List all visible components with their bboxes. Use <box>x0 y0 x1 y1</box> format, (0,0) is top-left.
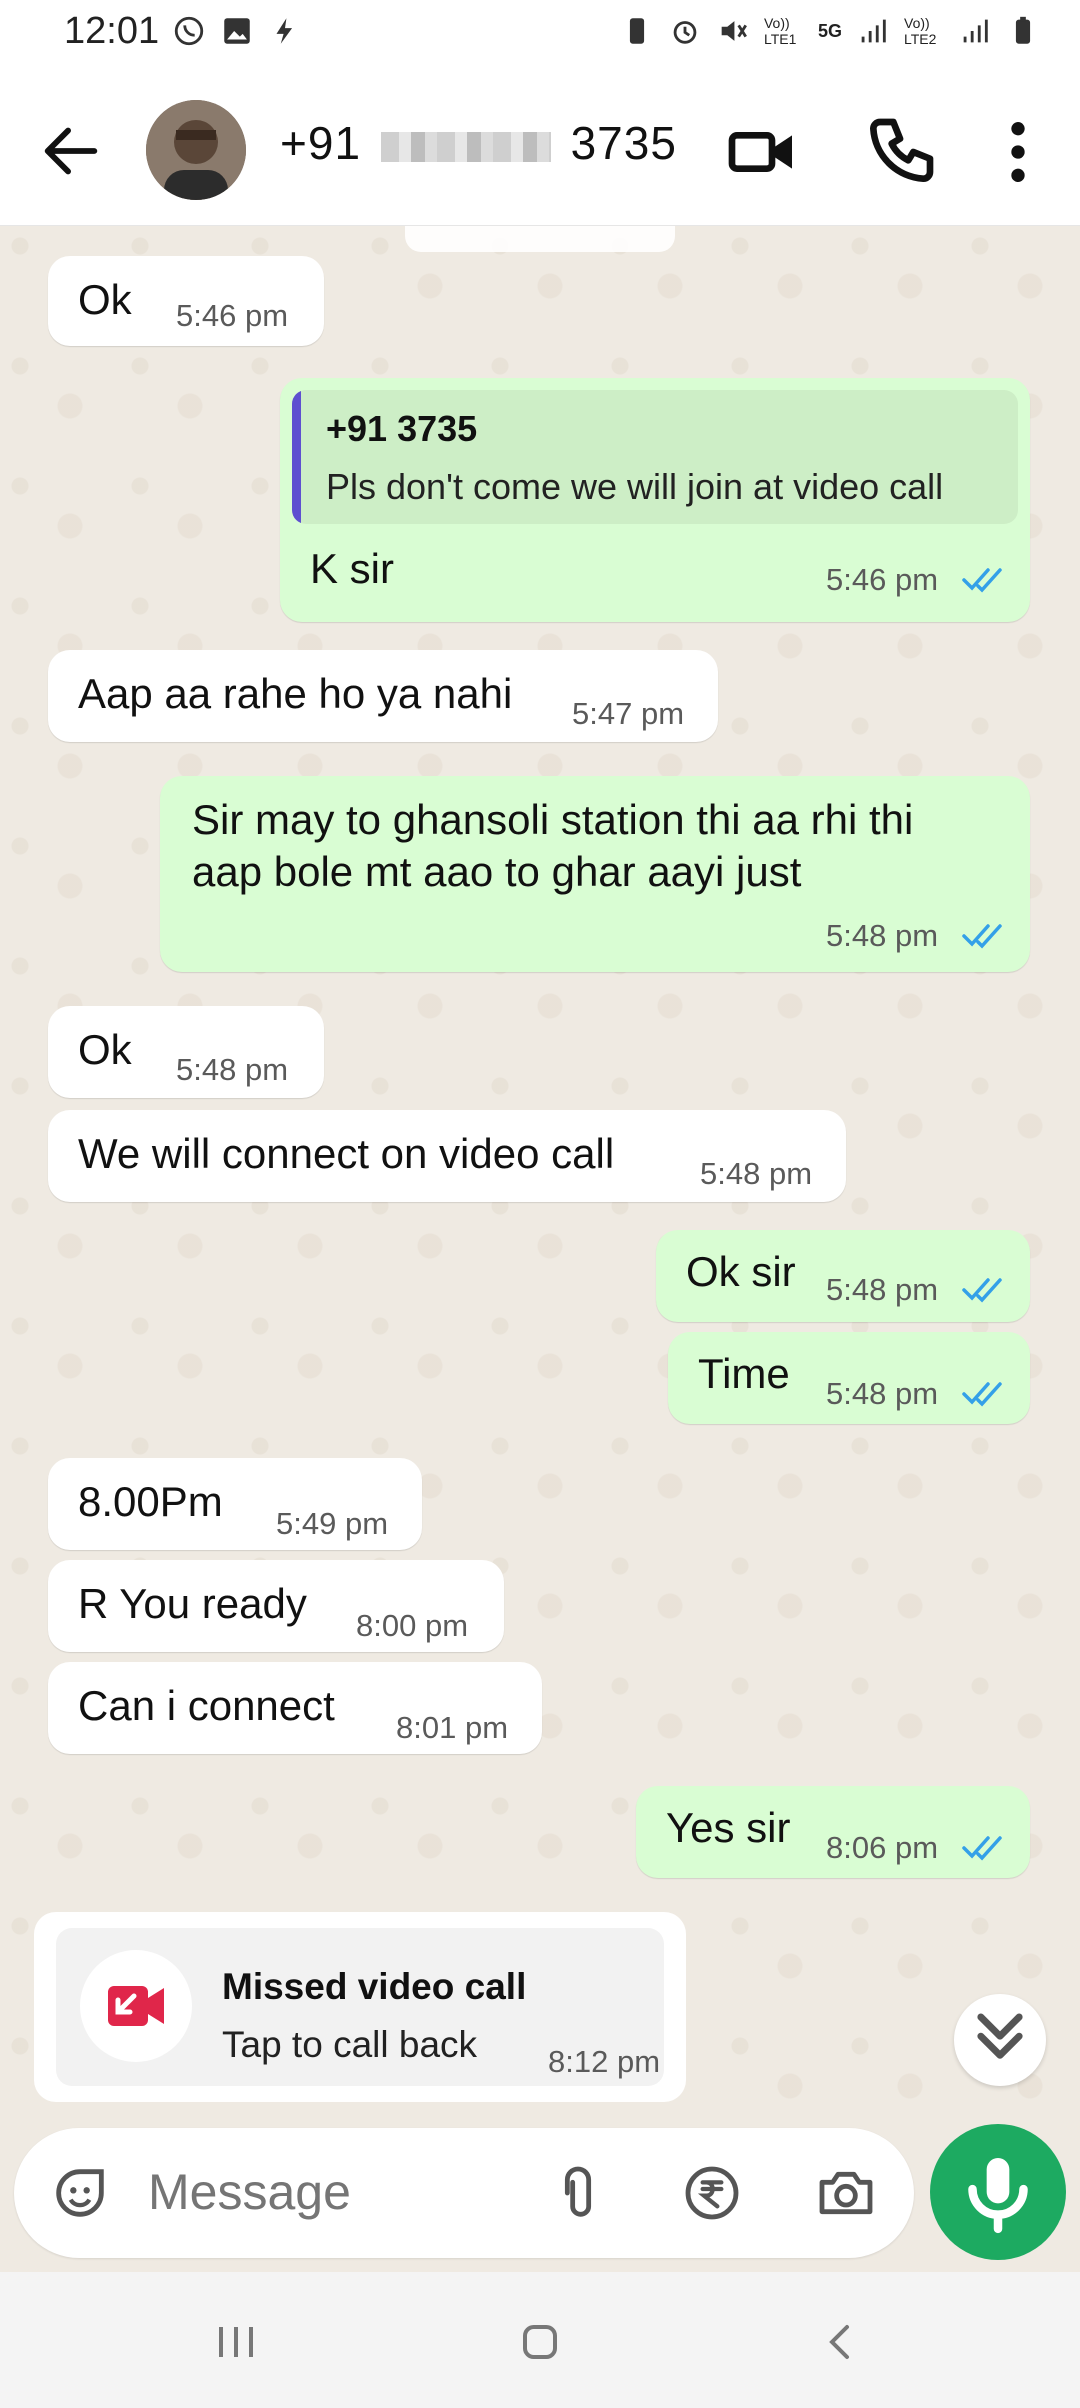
sticker-icon[interactable] <box>48 2161 112 2225</box>
recent-apps-icon[interactable] <box>204 2312 268 2372</box>
message-text: Ok <box>78 276 132 323</box>
message-text: K sir <box>310 545 394 592</box>
system-icons: Vo)) LTE1 5G Vo)) LTE2 <box>620 14 1040 48</box>
message-time: 5:47 pm <box>572 696 685 731</box>
quote-author: +91 3735 <box>326 408 478 449</box>
message-time: 8:00 pm <box>356 1608 469 1643</box>
battery-saver-icon <box>629 18 645 44</box>
double-chevron-down-icon <box>977 2013 1023 2059</box>
read-ticks-icon <box>962 1278 1002 1303</box>
mic-icon <box>968 2158 1028 2234</box>
message-time: 5:48 pm <box>826 1272 939 1307</box>
missed-call-time: 8:12 pm <box>548 2044 661 2079</box>
read-ticks-icon <box>962 924 1002 949</box>
battery-icon <box>1015 16 1031 44</box>
message-time: 5:48 pm <box>826 1376 939 1411</box>
quote-bar <box>292 390 301 524</box>
alarm-icon <box>673 21 697 44</box>
message-incoming[interactable]: Aap aa rahe ho ya nahi 5:47 pm <box>48 650 718 742</box>
redacted-number <box>380 131 551 162</box>
message-text: We will connect on video call <box>78 1130 615 1177</box>
flash-notification-icon <box>276 18 293 44</box>
camera-icon[interactable] <box>814 2161 878 2225</box>
message-outgoing[interactable]: Time 5:48 pm <box>668 1332 1030 1424</box>
whatsapp-notification-icon <box>174 16 204 46</box>
message-outgoing[interactable]: Sir may to ghansoli station thi aa rhi t… <box>160 776 1030 972</box>
message-text-line1: Sir may to ghansoli station thi aa rhi t… <box>192 796 914 843</box>
message-text: Ok sir <box>686 1248 796 1295</box>
message-time: 5:49 pm <box>276 1506 389 1541</box>
network-lte2-label: Vo)) LTE2 <box>904 15 937 47</box>
rupee-icon[interactable] <box>680 2161 744 2225</box>
signal-icon-2 <box>963 19 988 43</box>
message-time: 5:48 pm <box>826 918 939 953</box>
system-nav-bar <box>0 2272 1080 2408</box>
nav-back-icon[interactable] <box>810 2312 874 2372</box>
message-incoming[interactable]: 8.00Pm 5:49 pm <box>48 1458 422 1550</box>
quote-text: Pls don't come we will join at video cal… <box>326 466 944 507</box>
message-incoming[interactable]: Ok 5:48 pm <box>48 1006 324 1098</box>
missed-call-inner[interactable]: Missed video call Tap to call back 8:12 … <box>56 1928 664 2086</box>
home-icon[interactable] <box>508 2312 572 2372</box>
gallery-notification-icon <box>224 18 250 44</box>
read-ticks-icon <box>962 1836 1002 1861</box>
attach-icon[interactable] <box>546 2161 610 2225</box>
message-text: Time <box>698 1350 790 1397</box>
contact-suffix: 3735 <box>570 117 677 169</box>
message-incoming[interactable]: We will connect on video call 5:48 pm <box>48 1110 846 1202</box>
message-input[interactable] <box>146 2162 550 2222</box>
status-bar: 12:01 Vo)) LTE1 5G Vo)) LTE2 <box>0 0 1080 72</box>
mic-button[interactable] <box>930 2124 1066 2260</box>
network-lte1-label: Vo)) LTE1 <box>763 15 797 47</box>
message-text: Ok <box>78 1026 132 1073</box>
message-incoming[interactable]: Can i connect 8:01 pm <box>48 1662 542 1754</box>
missed-call-icon-circle <box>80 1950 192 2062</box>
avatar-image <box>146 100 246 200</box>
message-time: 5:46 pm <box>826 562 939 597</box>
missed-video-call-icon <box>108 1986 164 2026</box>
message-text: R You ready <box>78 1580 307 1627</box>
read-ticks-icon <box>962 568 1002 593</box>
chat-header: +91 3735 <box>0 72 1080 226</box>
chat-area[interactable]: Ok 5:46 pm +91 3735 Pls don't come we wi… <box>0 226 1080 2131</box>
read-ticks-icon <box>962 1382 1002 1407</box>
message-outgoing[interactable]: Yes sir 8:06 pm <box>636 1786 1030 1878</box>
quoted-message[interactable]: +91 3735 Pls don't come we will join at … <box>292 390 1018 524</box>
message-composer <box>14 2128 914 2258</box>
message-text: Can i connect <box>78 1682 335 1729</box>
message-outgoing[interactable]: Ok sir 5:48 pm <box>656 1230 1030 1322</box>
missed-call-title: Missed video call <box>222 1966 527 2007</box>
message-time: 5:48 pm <box>700 1156 813 1191</box>
status-time: 12:01 <box>64 10 160 52</box>
video-call-icon[interactable] <box>722 112 802 192</box>
message-time: 5:48 pm <box>176 1052 289 1087</box>
message-outgoing[interactable]: +91 3735 Pls don't come we will join at … <box>280 378 1030 622</box>
network-5g-label: 5G <box>817 20 842 41</box>
contact-name[interactable]: +91 3735 <box>280 116 677 170</box>
message-time: 5:46 pm <box>176 298 289 333</box>
message-text: Aap aa rahe ho ya nahi <box>78 670 513 717</box>
message-text: 8.00Pm <box>78 1478 223 1525</box>
mute-icon <box>721 21 747 41</box>
message-incoming[interactable]: Ok 5:46 pm <box>48 256 324 346</box>
missed-call-subtitle: Tap to call back <box>222 2024 478 2065</box>
message-time: 8:01 pm <box>396 1710 509 1745</box>
back-arrow-icon[interactable] <box>36 116 106 186</box>
missed-call-card[interactable]: Missed video call Tap to call back 8:12 … <box>34 1912 686 2102</box>
more-vert-icon[interactable] <box>978 112 1058 192</box>
avatar[interactable] <box>146 100 246 200</box>
notification-icons <box>172 14 302 48</box>
scroll-to-bottom-button[interactable] <box>954 1994 1046 2086</box>
contact-prefix: +91 <box>280 117 362 169</box>
message-incoming[interactable]: R You ready 8:00 pm <box>48 1560 504 1652</box>
message-text-line2: aap bole mt aao to ghar aayi just <box>192 848 802 895</box>
message-text: Yes sir <box>666 1804 791 1851</box>
phone-icon[interactable] <box>860 112 940 192</box>
date-chip <box>405 226 675 252</box>
signal-icon <box>861 19 886 43</box>
message-time: 8:06 pm <box>826 1830 939 1865</box>
